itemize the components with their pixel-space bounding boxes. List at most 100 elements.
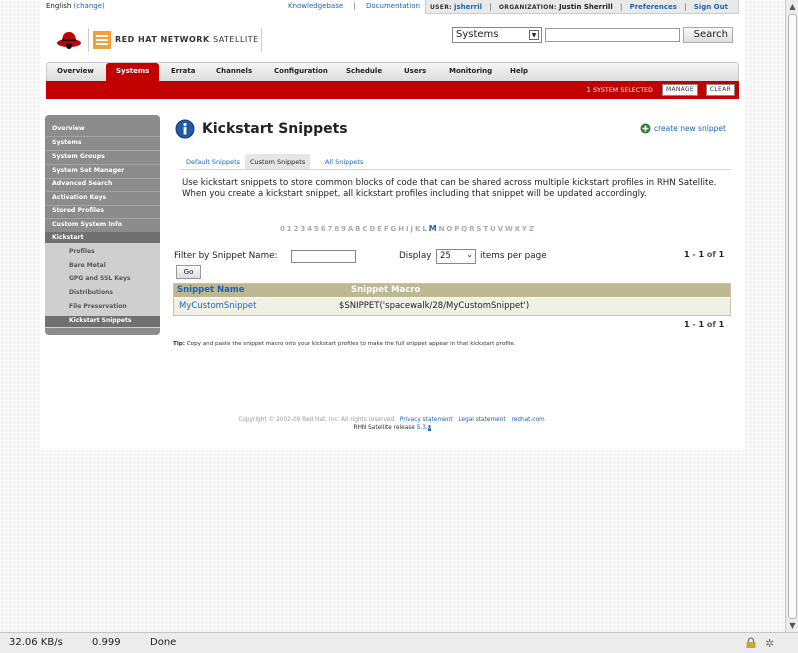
search-input[interactable] [545, 28, 680, 42]
snippets-table: Snippet Name Snippet Macro MyCustomSnipp… [173, 283, 731, 316]
sidebar-item-kickstart[interactable]: Kickstart [52, 234, 84, 241]
legal-statement-link[interactable]: Legal statement [458, 417, 505, 423]
alphabet-letter: W [504, 225, 515, 233]
tab-default-snippets[interactable]: Default Snippets [186, 158, 240, 166]
nav-tab-systems[interactable]: Systems [106, 63, 160, 82]
sidebar-subitem-file-preservation[interactable]: File Preservation [69, 303, 127, 310]
alphabet-letter: Y [521, 225, 529, 233]
manage-button[interactable]: Manage [661, 84, 698, 96]
page-title: Kickstart Snippets [202, 121, 348, 137]
status-text: Done [150, 637, 177, 648]
search-button[interactable]: Search [683, 27, 733, 43]
privacy-statement-link[interactable]: Privacy statement [400, 417, 453, 423]
page-description: Use kickstart snippets to store common b… [182, 178, 717, 199]
display-label: Display [399, 251, 432, 261]
documentation-link[interactable]: Documentation [366, 2, 420, 10]
lock-icon[interactable] [745, 637, 757, 652]
nav-tab-users[interactable]: Users [404, 67, 426, 75]
alphabet-letter: E [377, 225, 384, 233]
scrollbar-thumb[interactable] [788, 14, 797, 619]
nav-tab-schedule[interactable]: Schedule [346, 67, 382, 75]
nav-tab-monitoring[interactable]: Monitoring [449, 67, 492, 75]
tab-custom-snippets[interactable]: Custom Snippets [245, 154, 311, 170]
product-name: RED HAT NETWORK SATELLITE [115, 35, 259, 44]
redhat-com-link[interactable]: redhat.com [511, 417, 544, 423]
search-scope-select[interactable]: Systems ▼ [452, 27, 542, 43]
sidebar-subitem-gpg-ssl-keys[interactable]: GPG and SSL Keys [69, 275, 130, 282]
brand-bold-text: RED HAT NETWORK [115, 35, 210, 44]
snippet-name-link[interactable]: MyCustomSnippet [179, 301, 256, 311]
sidebar-item-stored-profiles[interactable]: Stored Profiles [52, 207, 104, 214]
info-icon [175, 119, 195, 142]
copyright-text: Copyright © 2002-09 Red Hat, Inc. All ri… [238, 417, 396, 423]
user-key: USER: [430, 4, 452, 11]
range-total: 1 [718, 250, 725, 259]
sidebar-item-overview[interactable]: Overview [52, 125, 85, 132]
sidebar-item-activation-keys[interactable]: Activation Keys [52, 194, 106, 201]
alphabet-letter: T [483, 225, 491, 233]
sidebar-item-advanced-search[interactable]: Advanced Search [52, 180, 112, 187]
alphabet-letter: 5 [313, 225, 321, 233]
sidebar-item-system-groups[interactable]: System Groups [52, 153, 105, 160]
transfer-speed: 32.06 KB/s [9, 637, 63, 648]
tab-all-snippets[interactable]: All Snippets [325, 158, 363, 166]
column-header-snippet-name[interactable]: Snippet Name [177, 285, 245, 295]
sidebar-subitem-kickstart-snippets[interactable]: Kickstart Snippets [69, 317, 131, 324]
alphabet-letter: Q [461, 225, 470, 233]
sidebar-subitem-bare-metal[interactable]: Bare Metal [69, 262, 106, 269]
sidebar-item-custom-info[interactable]: Custom System Info [52, 221, 122, 228]
chevron-down-icon: ⌄ [466, 250, 473, 259]
snippet-name-filter-input[interactable] [291, 250, 356, 263]
alphabet-letter: 1 [286, 225, 294, 233]
change-language-link[interactable]: (change) [74, 2, 105, 10]
nav-tab-help[interactable]: Help [510, 67, 528, 75]
range-of: of [704, 320, 719, 329]
nav-tab-channels[interactable]: Channels [216, 67, 252, 75]
alphabet-letter: O [446, 225, 455, 233]
nav-tab-errata[interactable]: Errata [171, 67, 195, 75]
product-logo: RED HAT NETWORK SATELLITE [88, 28, 262, 52]
alphabet-letter: 9 [341, 225, 348, 233]
preferences-link[interactable]: Preferences [630, 3, 677, 11]
sidebar-item-systems[interactable]: Systems [52, 139, 81, 146]
alphabet-filter: 0123456789ABCDEFGHIJKLMNOPQRSTUVWXYZ [280, 224, 536, 233]
scroll-up-arrow-icon[interactable]: ▲ [787, 1, 798, 12]
sidebar-divider [45, 178, 160, 179]
redhat-shadowman-icon[interactable] [56, 28, 82, 53]
go-button[interactable]: Go [176, 265, 201, 279]
dropdown-arrow-icon: ▼ [529, 30, 539, 40]
release-version-main: 5.3. [416, 425, 428, 431]
clear-button[interactable]: Clear [705, 84, 735, 96]
alphabet-letter: H [398, 225, 406, 233]
footer-links: Copyright © 2002-09 Red Hat, Inc. All ri… [40, 417, 745, 423]
sidebar-item-ssm[interactable]: System Set Manager [52, 167, 124, 174]
table-header: Snippet Name Snippet Macro [174, 284, 730, 297]
brand-light-text: SATELLITE [212, 35, 259, 44]
sidebar-subitem-distributions[interactable]: Distributions [69, 289, 113, 296]
sidebar-divider [45, 136, 160, 137]
userbox-separator: | [684, 3, 687, 11]
release-version: 5.3.0 [417, 425, 432, 431]
scroll-down-arrow-icon[interactable]: ▼ [787, 620, 798, 631]
top-bar: English (change) Knowledgebase | Documen… [40, 0, 745, 14]
nav-tab-configuration[interactable]: Configuration [274, 67, 328, 75]
alphabet-letter[interactable]: M [429, 224, 439, 233]
sign-out-link[interactable]: Sign Out [694, 3, 728, 11]
column-header-snippet-macro: Snippet Macro [351, 285, 421, 295]
alphabet-letter: 8 [334, 225, 342, 233]
knowledgebase-link[interactable]: Knowledgebase [288, 2, 343, 10]
alphabet-letter: Z [528, 225, 536, 233]
selected-label: system selected [593, 87, 653, 94]
username-link[interactable]: jsherril [454, 3, 482, 11]
alphabet-letter: X [514, 225, 522, 233]
nav-tab-overview[interactable]: Overview [57, 67, 94, 75]
page-size-select[interactable]: 25 ⌄ [436, 249, 476, 264]
extension-gear-icon[interactable]: ✲ [765, 637, 774, 650]
browser-status-bar: 32.06 KB/s 0.999 Done ✲ [0, 632, 798, 653]
vertical-scrollbar[interactable]: ▲ ▼ [785, 0, 798, 632]
sidebar-divider [45, 205, 160, 206]
selection-bar: 1 system selected Manage Clear [46, 81, 739, 99]
page-content: English (change) Knowledgebase | Documen… [40, 0, 745, 450]
sidebar-subitem-profiles[interactable]: Profiles [69, 248, 95, 255]
alphabet-letter: F [383, 225, 391, 233]
